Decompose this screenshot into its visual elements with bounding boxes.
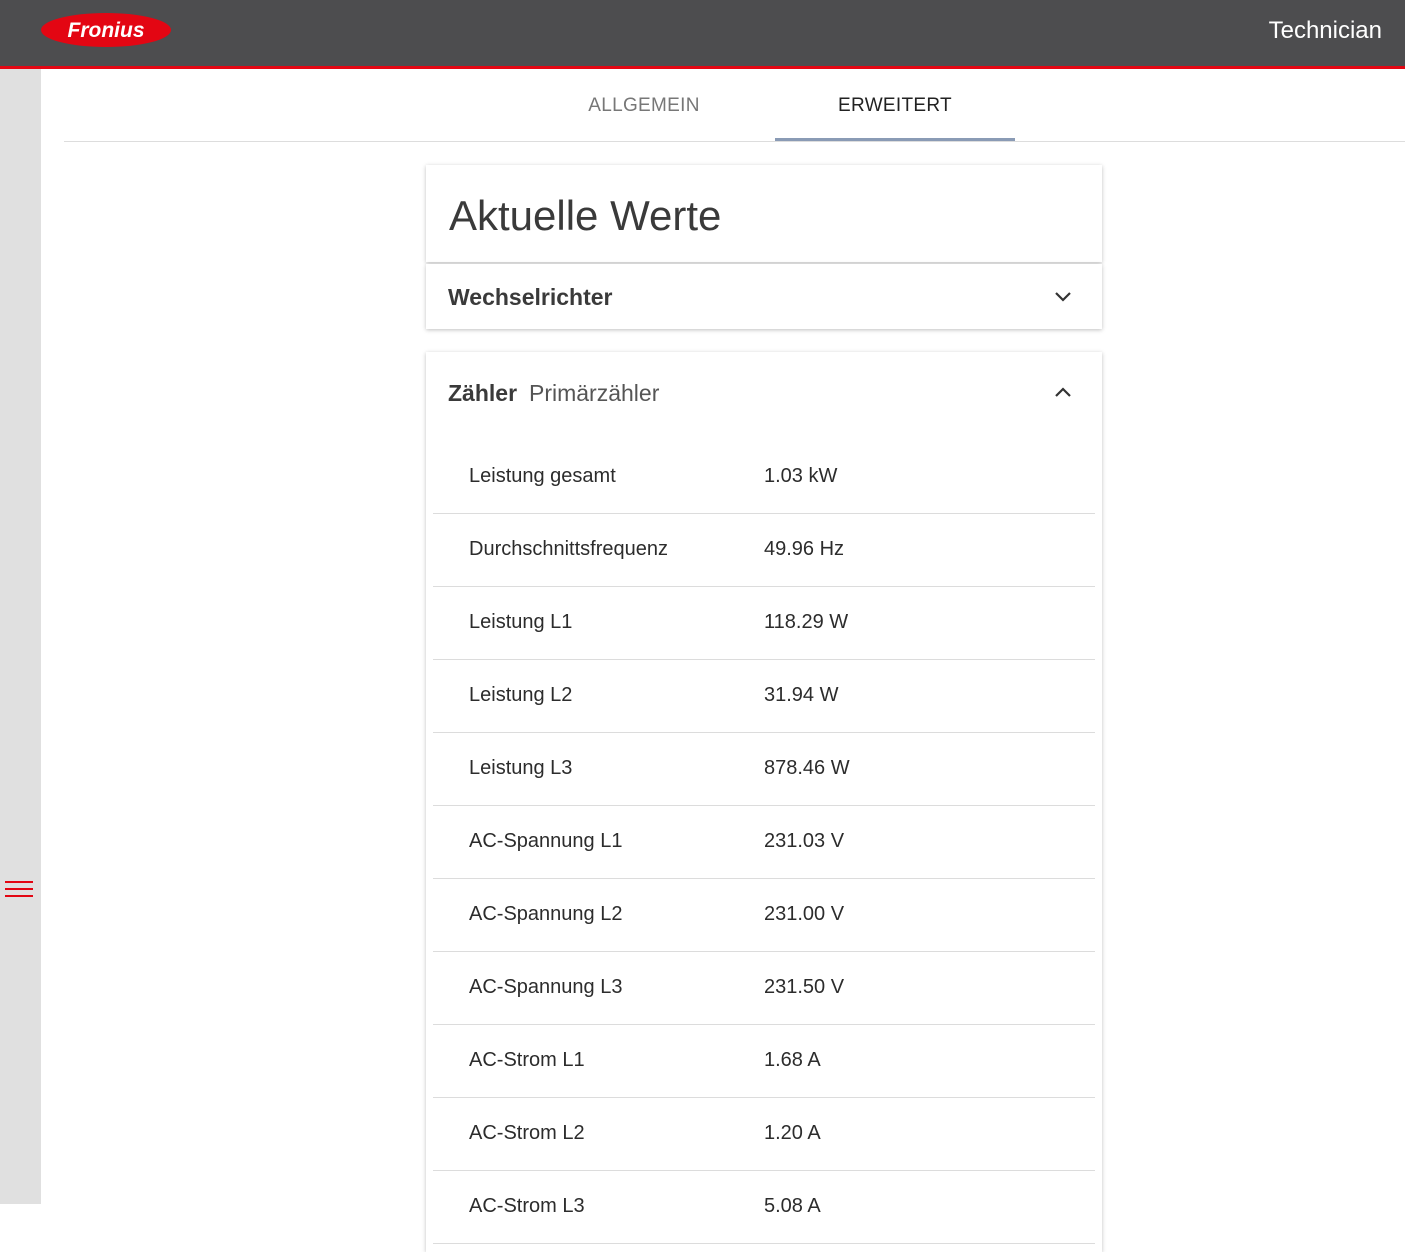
chevron-down-icon[interactable]: [1053, 287, 1073, 307]
table-row: Leistung L3 878.46 W: [433, 733, 1095, 806]
row-label: AC-Spannung L2: [469, 903, 623, 925]
row-label: Leistung L1: [469, 611, 573, 633]
inverter-panel-header[interactable]: Wechselrichter: [426, 264, 1102, 329]
hamburger-menu-icon[interactable]: [5, 880, 33, 900]
row-value: 31.94 W: [764, 684, 839, 706]
tab-erweitert[interactable]: ERWEITERT: [775, 69, 1015, 141]
row-value: 118.29 W: [764, 611, 849, 633]
fronius-logo[interactable]: Fronius: [40, 12, 172, 48]
row-label: Leistung L3: [469, 757, 573, 779]
user-role[interactable]: Technician: [1269, 17, 1382, 45]
table-row: Leistung L1 118.29 W: [433, 587, 1095, 660]
row-label: Durchschnittsfrequenz: [469, 538, 668, 560]
inverter-panel-title: Wechselrichter: [448, 284, 613, 310]
meter-values-table: Leistung gesamt 1.03 kW Durchschnittsfre…: [433, 441, 1095, 1244]
row-value: 878.46 W: [764, 757, 850, 779]
row-value: 231.03 V: [764, 830, 845, 852]
meter-panel-title[interactable]: Zähler: [448, 380, 517, 407]
row-value: 5.08 A: [764, 1195, 821, 1217]
row-label: AC-Strom L1: [469, 1049, 585, 1071]
top-bar: Fronius Technician: [0, 0, 1405, 69]
table-row: Leistung gesamt 1.03 kW: [433, 441, 1095, 514]
row-value: 1.68 A: [764, 1049, 821, 1071]
row-value: 1.20 A: [764, 1122, 821, 1144]
logo-text: Fronius: [68, 19, 145, 42]
row-value: 49.96 Hz: [764, 538, 845, 560]
row-value: 231.00 V: [764, 903, 845, 925]
table-row: Leistung L2 31.94 W: [433, 660, 1095, 733]
row-label: Leistung gesamt: [469, 465, 616, 487]
table-row: AC-Spannung L1 231.03 V: [433, 806, 1095, 879]
chevron-up-icon[interactable]: [1053, 382, 1073, 402]
page-title: Aktuelle Werte: [449, 192, 722, 239]
row-value: 1.03 kW: [764, 465, 838, 487]
side-nav: [0, 69, 41, 1204]
page-title-card: Aktuelle Werte: [426, 165, 1102, 262]
row-label: Leistung L2: [469, 684, 573, 706]
row-value: 231.50 V: [764, 976, 845, 998]
table-row: AC-Spannung L2 231.00 V: [433, 879, 1095, 952]
table-row: AC-Strom L3 5.08 A: [433, 1171, 1095, 1244]
row-label: AC-Spannung L1: [469, 830, 623, 852]
table-row: AC-Strom L1 1.68 A: [433, 1025, 1095, 1098]
row-label: AC-Strom L3: [469, 1195, 585, 1217]
table-row: AC-Spannung L3 231.50 V: [433, 952, 1095, 1025]
tab-bar: ALLGEMEIN ERWEITERT: [64, 69, 1405, 142]
table-row: AC-Strom L2 1.20 A: [433, 1098, 1095, 1171]
row-label: AC-Spannung L3: [469, 976, 623, 998]
row-label: AC-Strom L2: [469, 1122, 585, 1144]
meter-panel: Zähler Primärzähler Leistung gesamt 1.03…: [426, 352, 1102, 1252]
tab-allgemein[interactable]: ALLGEMEIN: [524, 69, 764, 141]
meter-panel-subtitle: Primärzähler: [529, 380, 660, 406]
table-row: Durchschnittsfrequenz 49.96 Hz: [433, 514, 1095, 587]
